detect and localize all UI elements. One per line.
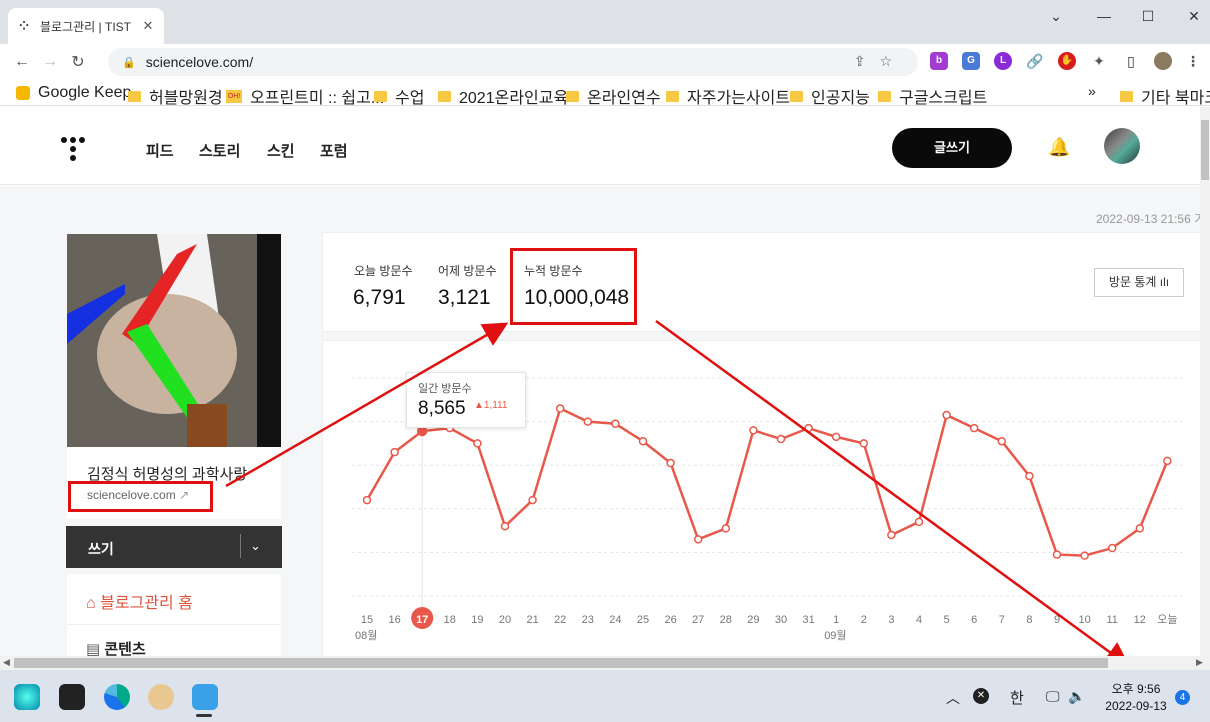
arrow-total-to-clock <box>655 319 1131 667</box>
edge-icon[interactable] <box>104 684 130 710</box>
clock-date: 2022-09-13 <box>1105 699 1167 713</box>
app-icon-4[interactable] <box>148 684 174 710</box>
horizontal-scroll-thumb[interactable] <box>14 658 1108 668</box>
volume-icon[interactable]: 🔈 <box>1068 688 1085 705</box>
scroll-right-icon[interactable]: ▶ <box>1196 657 1203 668</box>
notepad-icon[interactable] <box>192 684 218 710</box>
app-icon-2[interactable] <box>59 684 85 710</box>
annotation-arrows <box>225 319 1131 667</box>
taskbar-clock[interactable]: 오후 9:56 2022-09-13 <box>1100 681 1172 715</box>
app-icon-1[interactable] <box>14 684 40 710</box>
clock-time: 오후 9:56 <box>1111 682 1161 696</box>
arrow-url-to-total <box>225 322 509 488</box>
tray-chevron-icon[interactable]: ︿ <box>946 688 960 708</box>
vertical-scrollbar[interactable] <box>1200 107 1210 656</box>
tray-app-icon[interactable]: ✕ <box>973 688 989 704</box>
scroll-left-icon[interactable]: ◀ <box>3 657 10 668</box>
network-icon[interactable]: 🖵 <box>1046 688 1060 705</box>
active-app-indicator <box>196 714 212 717</box>
ime-indicator[interactable]: 한 <box>1010 687 1024 708</box>
notification-badge[interactable]: 4 <box>1175 690 1190 705</box>
vertical-scroll-thumb[interactable] <box>1201 120 1209 180</box>
windows-taskbar <box>0 670 1210 722</box>
